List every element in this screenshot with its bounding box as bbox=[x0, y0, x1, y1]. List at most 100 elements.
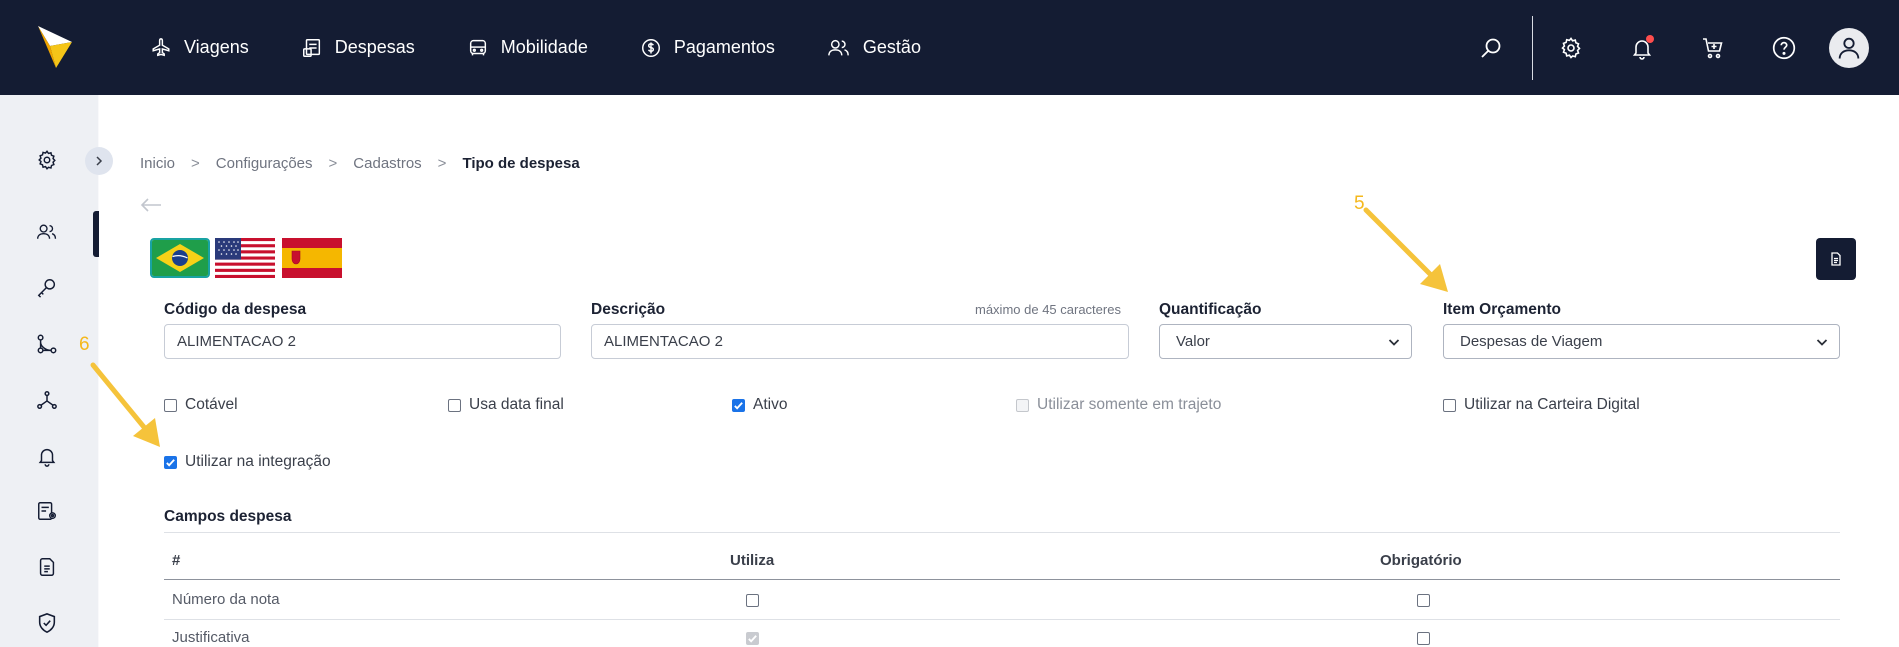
usa-data-final-label: Usa data final bbox=[469, 396, 564, 413]
trajeto-checkbox: Utilizar somente em trajeto bbox=[1016, 396, 1221, 414]
avatar-icon bbox=[1838, 37, 1860, 59]
quantificacao-select[interactable]: Valor bbox=[1159, 324, 1412, 359]
checkbox-box-disabled bbox=[1016, 398, 1029, 412]
col-header-obrigatorio: Obrigatório bbox=[1380, 552, 1462, 569]
integracao-checkbox[interactable]: Utilizar na integração bbox=[164, 453, 331, 471]
top-navbar: Viagens Despesas Mobilidade Pagamentos G… bbox=[0, 0, 1899, 95]
rail-settings[interactable] bbox=[34, 147, 60, 173]
rail-keys[interactable] bbox=[34, 275, 60, 301]
check-icon bbox=[166, 458, 175, 467]
annotation-5: 5 bbox=[1354, 193, 1365, 214]
language-es-button[interactable] bbox=[282, 238, 342, 278]
rail-expand-button[interactable] bbox=[85, 147, 113, 175]
rail-security[interactable] bbox=[34, 610, 60, 636]
export-document-button[interactable] bbox=[1816, 238, 1856, 280]
rail-report-settings[interactable] bbox=[34, 498, 60, 524]
gear-icon bbox=[38, 150, 56, 170]
rail-documents[interactable] bbox=[34, 554, 60, 580]
breadcrumb-separator: > bbox=[437, 155, 447, 172]
rail-notifications[interactable] bbox=[34, 443, 60, 469]
carteira-digital-checkbox[interactable]: Utilizar na Carteira Digital bbox=[1443, 396, 1640, 414]
help-button[interactable] bbox=[1748, 0, 1819, 95]
spain-flag-icon bbox=[282, 238, 342, 278]
col-header-utiliza: Utiliza bbox=[730, 552, 775, 569]
language-en-button[interactable] bbox=[215, 238, 275, 278]
back-button[interactable] bbox=[140, 197, 162, 218]
item-orcamento-select[interactable]: Despesas de Viagem bbox=[1443, 324, 1840, 359]
nav-pagamentos[interactable]: Pagamentos bbox=[640, 37, 775, 59]
codigo-input[interactable] bbox=[164, 324, 561, 359]
cart-icon bbox=[1702, 37, 1723, 58]
row-divider bbox=[164, 619, 1840, 620]
chevron-down-icon bbox=[1388, 339, 1400, 346]
rail-users[interactable] bbox=[34, 219, 60, 245]
chevron-down-icon bbox=[1816, 339, 1828, 346]
cart-button[interactable] bbox=[1677, 0, 1748, 95]
language-pt-button[interactable] bbox=[150, 238, 210, 278]
breadcrumb-cadastros[interactable]: Cadastros bbox=[353, 155, 421, 172]
search-icon bbox=[1480, 38, 1500, 58]
nav-label: Gestão bbox=[862, 37, 921, 57]
checkbox-box-checked[interactable] bbox=[164, 455, 177, 469]
bell-icon bbox=[38, 448, 56, 467]
toolbar bbox=[1455, 0, 1899, 95]
carteira-label: Utilizar na Carteira Digital bbox=[1464, 396, 1640, 413]
logo-icon bbox=[38, 26, 72, 68]
notification-dot bbox=[1646, 35, 1654, 43]
cotavel-label: Cotável bbox=[185, 396, 238, 413]
airplane-icon bbox=[152, 37, 170, 56]
nav-gestao[interactable]: Gestão bbox=[827, 37, 921, 59]
obrigatorio-checkbox[interactable] bbox=[1417, 632, 1430, 645]
dollar-icon bbox=[641, 38, 660, 57]
cotavel-checkbox[interactable]: Cotável bbox=[164, 396, 238, 414]
notifications-button[interactable] bbox=[1606, 0, 1677, 95]
nav-label: Despesas bbox=[334, 37, 415, 57]
nav-viagens[interactable]: Viagens bbox=[150, 37, 249, 59]
arrow-left-icon bbox=[140, 198, 161, 212]
receipt-icon bbox=[302, 38, 320, 57]
users-icon bbox=[37, 224, 57, 239]
section-divider bbox=[164, 532, 1840, 533]
ativo-label: Ativo bbox=[753, 396, 788, 413]
ativo-checkbox[interactable]: Ativo bbox=[732, 396, 787, 414]
brazil-flag-icon bbox=[152, 240, 208, 276]
row-name: Justificativa bbox=[172, 629, 250, 646]
usa-data-final-checkbox[interactable]: Usa data final bbox=[448, 396, 564, 414]
utiliza-checkbox[interactable] bbox=[746, 594, 759, 607]
users-icon bbox=[828, 39, 849, 55]
document-icon bbox=[39, 558, 55, 576]
check-icon bbox=[748, 635, 757, 643]
avatar[interactable] bbox=[1829, 27, 1869, 68]
check-icon bbox=[734, 401, 743, 410]
shield-check-icon bbox=[38, 613, 56, 634]
nav-despesas[interactable]: Despesas bbox=[301, 37, 415, 59]
checkbox-box[interactable] bbox=[448, 398, 461, 412]
search-button[interactable] bbox=[1455, 0, 1526, 95]
item-orcamento-label: Item Orçamento bbox=[1443, 301, 1562, 318]
rail-flow[interactable] bbox=[34, 331, 60, 357]
checkbox-box[interactable] bbox=[164, 398, 177, 412]
logo[interactable] bbox=[36, 22, 76, 70]
breadcrumb-configuracoes[interactable]: Configurações bbox=[216, 155, 313, 172]
settings-button[interactable] bbox=[1535, 0, 1606, 95]
descricao-input[interactable] bbox=[591, 324, 1129, 359]
key-icon bbox=[37, 279, 56, 298]
col-header-index: # bbox=[172, 552, 181, 569]
help-icon bbox=[1772, 36, 1795, 59]
item-orcamento-value: Despesas de Viagem bbox=[1460, 333, 1603, 350]
rail-hierarchy[interactable] bbox=[34, 387, 60, 413]
nav-label: Pagamentos bbox=[673, 37, 775, 57]
main-nav: Viagens Despesas Mobilidade Pagamentos G… bbox=[150, 0, 973, 95]
descricao-label: Descrição bbox=[591, 301, 666, 318]
obrigatorio-checkbox[interactable] bbox=[1417, 594, 1430, 607]
gear-icon bbox=[1560, 36, 1581, 59]
checkbox-box[interactable] bbox=[1443, 398, 1456, 412]
integracao-label: Utilizar na integração bbox=[185, 453, 331, 470]
left-rail bbox=[0, 95, 99, 647]
toolbar-divider bbox=[1532, 15, 1533, 80]
annotation-6: 6 bbox=[79, 334, 90, 355]
checkbox-box-checked[interactable] bbox=[732, 398, 745, 412]
nav-mobilidade[interactable]: Mobilidade bbox=[467, 37, 588, 59]
main-panel bbox=[99, 95, 1899, 647]
breadcrumb-inicio[interactable]: Inicio bbox=[140, 155, 175, 172]
